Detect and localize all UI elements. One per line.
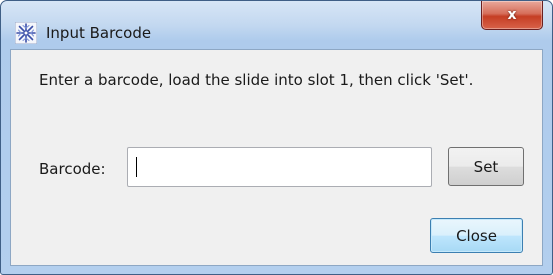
set-button-label: Set bbox=[473, 157, 499, 176]
window-close-button[interactable]: x bbox=[481, 1, 543, 30]
window-title: Input Barcode bbox=[46, 24, 152, 42]
dialog-window: Input Barcode x Enter a barcode, load th… bbox=[0, 0, 553, 275]
barcode-label: Barcode: bbox=[39, 160, 106, 178]
close-button-label: Close bbox=[456, 226, 497, 245]
title-bar[interactable]: Input Barcode x bbox=[1, 1, 552, 49]
text-caret bbox=[136, 157, 137, 177]
snowflake-app-icon bbox=[14, 21, 38, 45]
close-button[interactable]: Close bbox=[430, 218, 523, 253]
barcode-input[interactable] bbox=[127, 147, 432, 187]
instruction-text: Enter a barcode, load the slide into slo… bbox=[39, 71, 474, 89]
dialog-content: Enter a barcode, load the slide into slo… bbox=[10, 49, 543, 266]
set-button[interactable]: Set bbox=[448, 147, 524, 186]
close-icon: x bbox=[507, 7, 517, 23]
